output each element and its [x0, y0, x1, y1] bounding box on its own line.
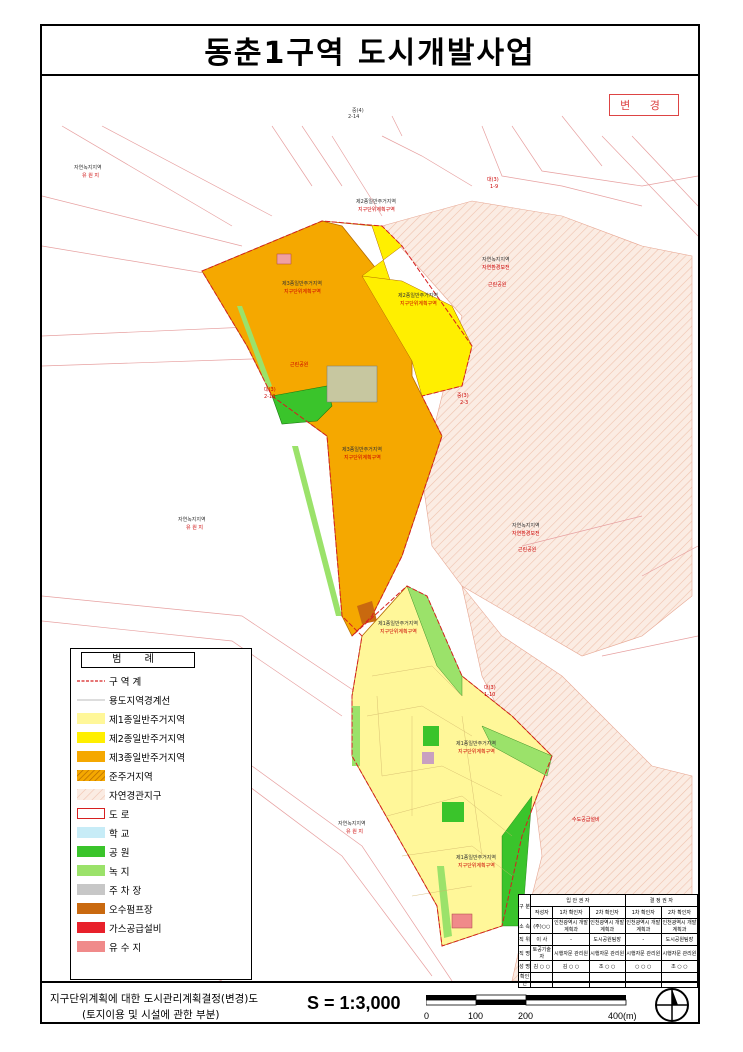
table-subheader: 1차 확인자 — [552, 906, 590, 919]
legend-item: 도 로 — [77, 806, 247, 822]
legend-item: 구 역 계 — [77, 677, 142, 688]
page-title: 동춘1구역 도시개발사업 — [204, 36, 536, 71]
footer-title: 지구단위계획에 대한 도시관리계획결정(변경)도 — [50, 993, 259, 1005]
map-label: 자연녹지지역 — [178, 517, 206, 523]
table-header: 결 정 권 자 — [624, 894, 699, 907]
map-label: 지구단위계획구역 — [380, 629, 417, 635]
map-label: 대(3) — [264, 387, 276, 393]
map-label: 자연녹지지역 — [338, 821, 366, 827]
map-label: 1-9 — [490, 184, 499, 190]
table-subheader: 2차 확인자 — [660, 906, 699, 919]
green-west-strip — [352, 706, 360, 766]
legend: 범 례 구 역 계 용도지역경계선 제1종일반주거지역 제2종일반주거지역 제3… — [70, 648, 252, 980]
legend-item: 주 차 장 — [77, 882, 247, 898]
table-row: 직 명 토공기술자 시행자문 관리원 시행자문 관리원 시행자문 관리원 시행자문 관리원 — [517, 945, 699, 961]
map-label: 제1종일반주거지역 — [456, 741, 496, 747]
map-label: 자연녹지지역 — [512, 523, 540, 529]
table-row: 소 속 (주)○○ 인천광역시 개발계획과 인천광역시 개발계획과 인천광역시 개발계획… — [517, 918, 699, 934]
legend-title: 범 례 — [81, 652, 195, 668]
map-label: 2-3 — [460, 400, 469, 406]
map-label: 근린공원 — [488, 282, 507, 288]
footer-subtitle: (토지이용 및 시설에 관한 부분) — [82, 1009, 220, 1021]
change-stamp: 변 경 — [609, 94, 679, 116]
table-header: 구 분 — [517, 894, 532, 919]
map-label: 지구단위계획구역 — [344, 455, 381, 461]
legend-item: 자연경관지구 — [77, 787, 247, 803]
map-label: 지구단위계획구역 — [358, 207, 395, 213]
map-label: 중(4) — [352, 108, 364, 114]
map-label: 제1종일반주거지역 — [378, 621, 418, 627]
map-label: 1-10 — [484, 692, 496, 698]
map-label: 지구단위계획구역 — [284, 289, 321, 295]
map-label: 대(3) — [487, 177, 499, 183]
table-header: 입 안 권 자 — [530, 894, 626, 907]
legend-item: 오수펌프장 — [77, 901, 247, 917]
map-label: 지구단위계획구역 — [400, 301, 437, 307]
legend-item: 유 수 지 — [77, 939, 247, 955]
legend-item: 제3종일반주거지역 — [77, 749, 247, 765]
legend-item: 용도지역경계선 — [77, 696, 171, 707]
map-label: 대(3) — [484, 685, 496, 691]
legend-item: 제1종일반주거지역 — [77, 711, 247, 727]
scale-label: 400(m) — [608, 1011, 637, 1021]
map-label: 자연환경보전 — [482, 265, 510, 271]
legend-item: 가스공급설비 — [77, 920, 247, 936]
table-row: 성 명김 ○ ○ 김 ○ ○ 조 ○ ○ ○ ○ ○ 조 ○ ○ — [517, 960, 699, 973]
map-label: 수도공급설비 — [572, 817, 600, 823]
scale-label: 200 — [518, 1011, 534, 1021]
scale-label: 0 — [424, 1011, 430, 1021]
legend-item: 녹 지 — [77, 863, 247, 879]
map-label: 유 원 지 — [186, 525, 203, 531]
legend-item: 공 원 — [77, 844, 247, 860]
map-label: 근린공원 — [290, 362, 309, 368]
map-label: 유 원 지 — [346, 829, 363, 835]
map-label: 제3종일반주거지역 — [342, 447, 382, 453]
table-subheader: 1차 확인자 — [624, 906, 662, 919]
school-lot — [422, 752, 434, 764]
title-box: 동춘1구역 도시개발사업 — [42, 26, 698, 76]
north-arrow-icon — [655, 988, 689, 1022]
table-subheader: 작성자 — [530, 906, 554, 919]
parking-north — [326, 365, 378, 403]
scale-text: S = 1:3,000 — [307, 993, 401, 1013]
approval-table: 구 분 입 안 권 자 결 정 권 자 작성자 1차 확인자 2차 확인자 1차… — [517, 894, 699, 988]
map-label: 유 원 지 — [82, 173, 99, 179]
legend-item: 준주거지역 — [77, 768, 247, 784]
map-label: 지구단위계획구역 — [458, 749, 495, 755]
scale-bar — [426, 994, 627, 1006]
legend-item: 제2종일반주거지역 — [77, 730, 247, 746]
scale-label: 100 — [468, 1011, 484, 1021]
map-label: 제2종일반주거지역 — [398, 293, 438, 299]
drawing-sheet: 동춘1구역 도시개발사업 자연녹지지역 유 원 지 대(3) 1-9 자연녹지지… — [40, 24, 700, 1024]
map-label: 2-10 — [264, 394, 276, 400]
retention-pond — [451, 913, 473, 929]
map-label: 자연녹지지역 — [482, 257, 510, 263]
footer: 지구단위계획에 대한 도시관리계획결정(변경)도 (토지이용 및 시설에 관한 … — [42, 981, 698, 1026]
map-label: 자연녹지지역 — [74, 165, 102, 171]
table-subheader: 2차 확인자 — [588, 906, 626, 919]
map-label: 제1종일반주거지역 — [456, 855, 496, 861]
table-row: 직 위이 사 - 도시공원팀장 - 도시공원팀장 — [517, 933, 699, 946]
map-label: 제2종일반주거지역 — [356, 199, 396, 205]
park-south-1 — [423, 726, 439, 746]
small-facility-north — [276, 253, 292, 265]
map-label: 근린공원 — [518, 547, 537, 553]
map-label: 지구단위계획구역 — [458, 863, 495, 869]
map-label: 자연환경보전 — [512, 531, 540, 537]
park-south-2 — [442, 802, 464, 822]
map-label: 2-14 — [348, 114, 360, 120]
map-label: 중(3) — [457, 393, 469, 399]
legend-item: 학 교 — [77, 825, 247, 841]
map-label: 제3종일반주거지역 — [282, 281, 322, 287]
